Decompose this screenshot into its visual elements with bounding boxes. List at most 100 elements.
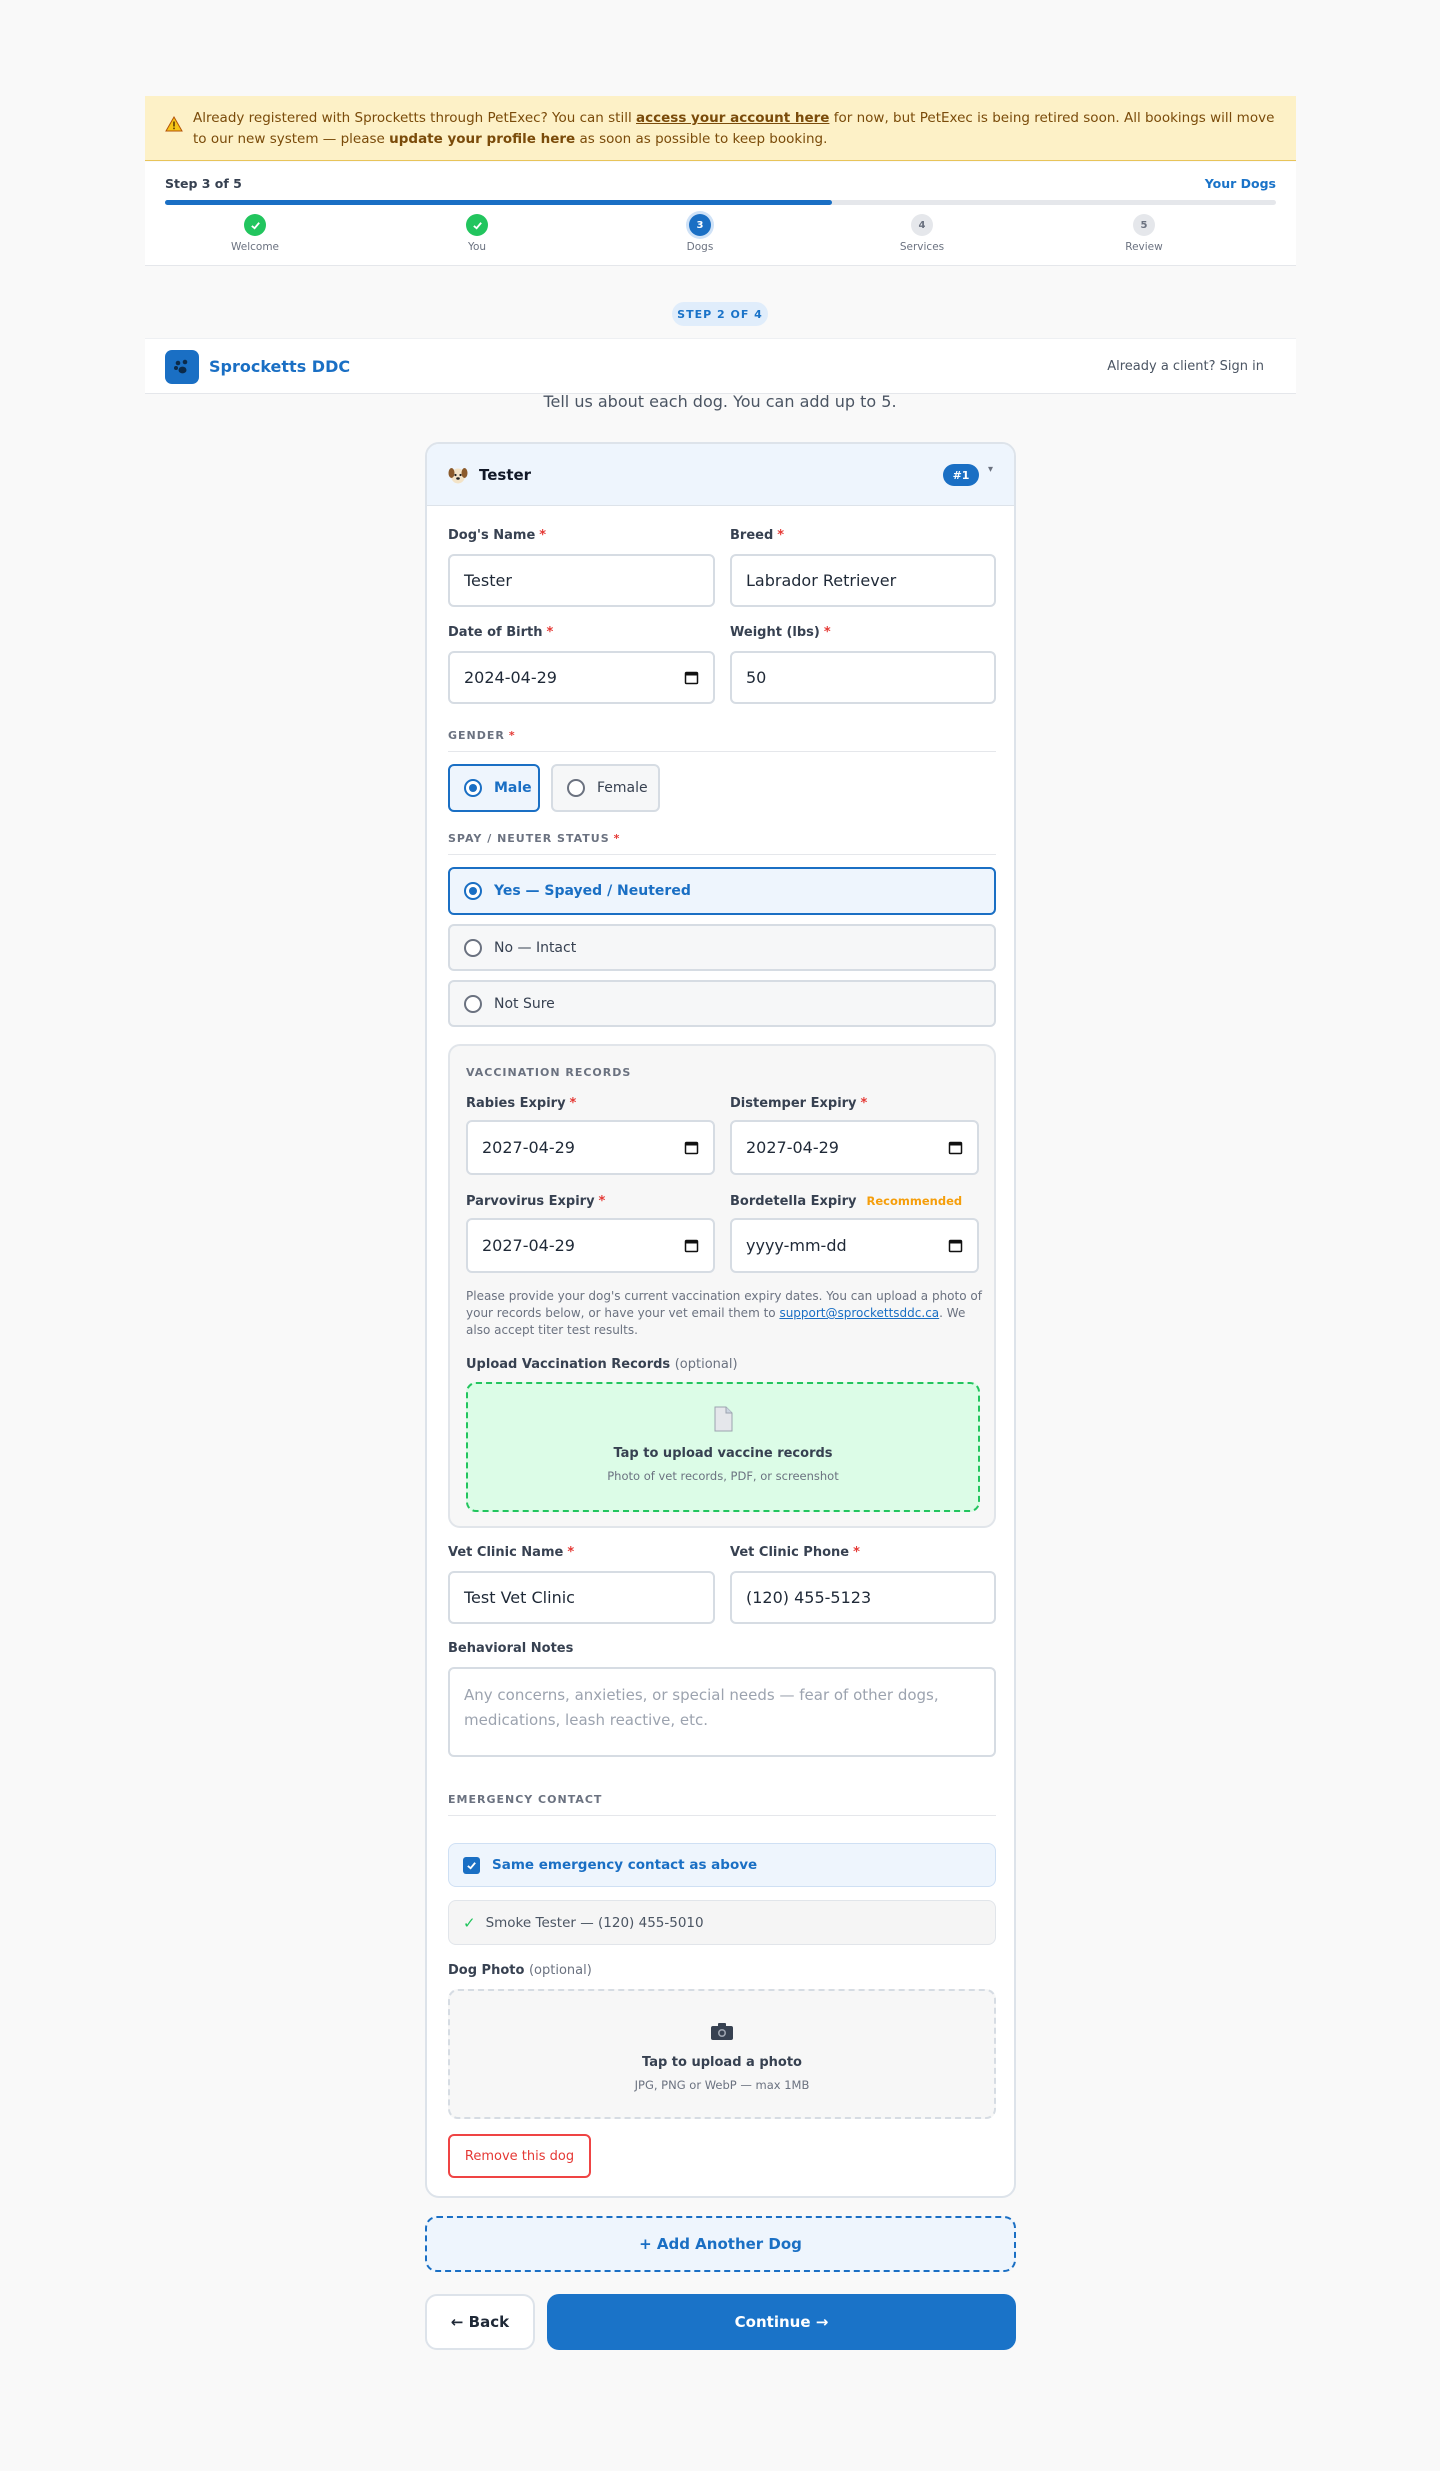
dog-card: Tester #1 ▾ Dog's Name * Tester Breed * La… xyxy=(425,442,1016,2198)
calendar-icon[interactable] xyxy=(948,1140,963,1155)
step-number: 4 xyxy=(911,214,933,236)
bordetella-expiry-input[interactable]: yyyy-mm-dd xyxy=(730,1218,979,1273)
gender-option-label: Male xyxy=(494,780,532,796)
checkmark-icon: ✓ xyxy=(463,1913,476,1932)
step-label: Welcome xyxy=(230,241,280,253)
divider xyxy=(448,854,996,855)
radio-selected-icon xyxy=(464,882,482,900)
step-counter: Step 3 of 5 xyxy=(165,176,242,191)
gender-male-option[interactable]: Male xyxy=(448,764,540,812)
step-review: 5 Review xyxy=(1084,214,1204,253)
behavioral-notes-textarea[interactable]: Any concerns, anxieties, or special need… xyxy=(448,1667,996,1757)
breed-label: Breed * xyxy=(730,528,785,543)
parvo-label: Parvovirus Expiry * xyxy=(466,1194,606,1209)
rabies-expiry-input[interactable]: 2027-04-29 xyxy=(466,1120,715,1175)
step-label: Dogs xyxy=(686,241,714,253)
radio-icon xyxy=(464,994,482,1013)
breed-value: Labrador Retriever xyxy=(746,571,897,590)
bordetella-label: Bordetella Expiry Recommended xyxy=(730,1194,963,1209)
spay-no-option[interactable]: No — Intact xyxy=(448,924,996,971)
rabies-value: 2027-04-29 xyxy=(482,1138,575,1157)
vet-name-value: Test Vet Clinic xyxy=(464,1588,575,1607)
gender-female-option[interactable]: Female xyxy=(551,764,660,812)
paw-logo-icon[interactable] xyxy=(165,350,199,384)
divider xyxy=(448,1815,996,1816)
add-dog-button[interactable]: + Add Another Dog xyxy=(425,2216,1016,2272)
remove-dog-button[interactable]: Remove this dog xyxy=(448,2134,591,2178)
banner-text-end: as soon as possible to keep booking. xyxy=(575,131,828,147)
breed-input[interactable]: Labrador Retriever xyxy=(730,554,996,607)
petexec-notice-banner: Already registered with Sprocketts throu… xyxy=(145,96,1296,161)
spay-option-label: Not Sure xyxy=(494,995,555,1012)
check-icon xyxy=(466,214,488,236)
upload-vaccine-title: Tap to upload vaccine records xyxy=(613,1446,833,1461)
access-account-link[interactable]: access your account here xyxy=(636,110,829,126)
upload-photo-dropzone[interactable]: Tap to upload a photo JPG, PNG or WebP —… xyxy=(448,1989,996,2119)
chevron-down-icon[interactable]: ▾ xyxy=(988,464,993,475)
step-you[interactable]: You xyxy=(417,214,537,253)
spay-option-label: No — Intact xyxy=(494,939,577,956)
dob-input[interactable]: 2024-04-29 xyxy=(448,651,715,704)
dog-name-input[interactable]: Tester xyxy=(448,554,715,607)
banner-text-start: Already registered with Sprocketts throu… xyxy=(193,110,637,126)
upload-photo-subtitle: JPG, PNG or WebP — max 1MB xyxy=(634,2078,810,2092)
sign-in-link[interactable]: Already a client? Sign in xyxy=(1107,359,1264,374)
upload-vaccine-subtitle: Photo of vet records, PDF, or screenshot xyxy=(607,1469,839,1483)
dog-name-label: Dog's Name * xyxy=(448,528,547,543)
distemper-label: Distemper Expiry * xyxy=(730,1096,868,1111)
dog-name-value: Tester xyxy=(464,571,512,590)
vet-phone-value: (120) 455-5123 xyxy=(746,1588,872,1607)
site-header: Sprocketts DDC Already a client? Sign in xyxy=(145,338,1296,394)
gender-section-title: GENDER * xyxy=(448,729,516,742)
calendar-icon[interactable] xyxy=(684,1238,699,1253)
calendar-icon[interactable] xyxy=(948,1238,963,1253)
dob-label: Date of Birth * xyxy=(448,625,554,640)
camera-icon xyxy=(711,2023,733,2040)
step-welcome[interactable]: Welcome xyxy=(195,214,315,253)
step-label: Services xyxy=(899,241,945,253)
upload-photo-title: Tap to upload a photo xyxy=(642,2055,802,2070)
spay-section-title: SPAY / NEUTER STATUS * xyxy=(448,832,621,845)
weight-input[interactable]: 50 xyxy=(730,651,996,704)
check-icon xyxy=(244,214,266,236)
progress-track xyxy=(165,200,1276,205)
step-number: 3 xyxy=(689,214,711,236)
vet-name-input[interactable]: Test Vet Clinic xyxy=(448,1571,715,1624)
update-profile-link[interactable]: update your profile here xyxy=(389,131,575,147)
rabies-label: Rabies Expiry * xyxy=(466,1096,577,1111)
back-button[interactable]: ← Back xyxy=(425,2294,535,2350)
dog-number-badge: #1 xyxy=(943,464,979,486)
checkbox-checked-icon[interactable] xyxy=(463,1856,480,1874)
dog-card-header[interactable]: Tester #1 ▾ xyxy=(427,444,1014,506)
step-label: You xyxy=(467,241,487,253)
emergency-contact-summary: ✓ Smoke Tester — (120) 455-5010 xyxy=(448,1900,996,1945)
bordetella-placeholder: yyyy-mm-dd xyxy=(746,1236,847,1255)
radio-icon xyxy=(464,938,482,957)
calendar-icon[interactable] xyxy=(684,670,699,685)
substep-pill: STEP 2 OF 4 xyxy=(672,302,768,326)
recommended-tag: Recommended xyxy=(866,1194,963,1208)
continue-button[interactable]: Continue → xyxy=(547,2294,1016,2350)
distemper-expiry-input[interactable]: 2027-04-29 xyxy=(730,1120,979,1175)
spay-yes-option[interactable]: Yes — Spayed / Neutered xyxy=(448,867,996,915)
spay-unsure-option[interactable]: Not Sure xyxy=(448,980,996,1027)
upload-vacc-label: Upload Vaccination Records (optional) xyxy=(466,1357,738,1372)
step-dogs[interactable]: 3 Dogs xyxy=(640,214,760,253)
gender-option-label: Female xyxy=(597,780,648,796)
radio-icon xyxy=(567,779,585,797)
brand-name[interactable]: Sprocketts DDC xyxy=(209,357,350,376)
same-contact-label: Same emergency contact as above xyxy=(492,1857,758,1873)
weight-label: Weight (lbs) * xyxy=(730,625,831,640)
parvo-value: 2027-04-29 xyxy=(482,1236,575,1255)
same-contact-checkbox-row[interactable]: Same emergency contact as above xyxy=(448,1843,996,1887)
spay-option-label: Yes — Spayed / Neutered xyxy=(494,883,691,899)
vaccination-title: VACCINATION RECORDS xyxy=(466,1066,632,1079)
step-number: 5 xyxy=(1133,214,1155,236)
calendar-icon[interactable] xyxy=(684,1140,699,1155)
upload-vaccine-dropzone[interactable]: Tap to upload vaccine records Photo of v… xyxy=(466,1382,980,1512)
emergency-section-title: EMERGENCY CONTACT xyxy=(448,1793,603,1806)
support-email-link[interactable]: support@sprockettsddc.ca xyxy=(779,1306,939,1320)
vet-phone-input[interactable]: (120) 455-5123 xyxy=(730,1571,996,1624)
progress-stepper: Step 3 of 5 Your Dogs Welcome You 3 Dogs… xyxy=(145,162,1296,266)
parvo-expiry-input[interactable]: 2027-04-29 xyxy=(466,1218,715,1273)
